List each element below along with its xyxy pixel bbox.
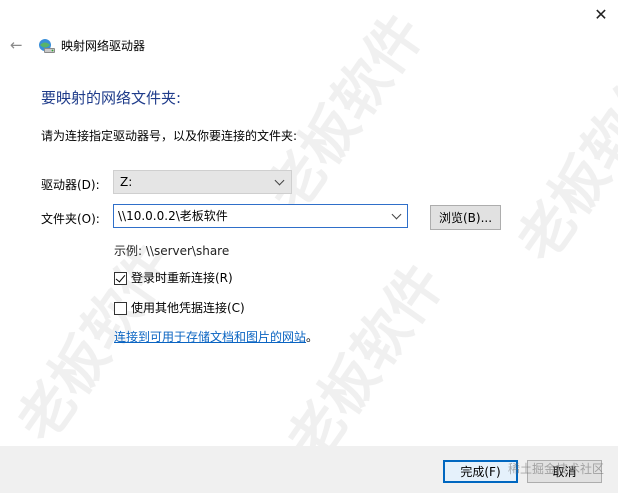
reconnect-label[interactable]: 登录时重新连接(R) bbox=[131, 270, 233, 286]
folder-label: 文件夹(O): bbox=[41, 212, 100, 226]
window-title: 映射网络驱动器 bbox=[61, 39, 146, 53]
arrow-left-icon: ← bbox=[10, 36, 23, 54]
finish-button[interactable]: 完成(F) bbox=[443, 460, 518, 483]
network-drive-icon bbox=[38, 38, 56, 54]
folder-path-input[interactable]: \\10.0.0.2\老板软件 bbox=[113, 204, 408, 228]
button-bar bbox=[0, 446, 618, 493]
drive-letter-select[interactable]: Z: bbox=[113, 170, 292, 194]
instruction-text: 请为连接指定驱动器号，以及你要连接的文件夹: bbox=[41, 129, 298, 143]
other-credentials-label[interactable]: 使用其他凭据连接(C) bbox=[131, 300, 245, 316]
close-icon: ✕ bbox=[594, 5, 608, 24]
example-text: 示例: \\server\share bbox=[114, 244, 230, 258]
link-suffix: 。 bbox=[306, 330, 319, 344]
drive-letter-value: Z: bbox=[120, 175, 133, 189]
website-link-row: 连接到可用于存储文档和图片的网站。 bbox=[114, 329, 318, 345]
watermark: 老板软件 bbox=[275, 252, 457, 474]
folder-path-value: \\10.0.0.2\老板软件 bbox=[118, 209, 228, 223]
back-button[interactable]: ← bbox=[10, 36, 26, 54]
website-link[interactable]: 连接到可用于存储文档和图片的网站 bbox=[114, 330, 306, 344]
chevron-down-icon[interactable] bbox=[391, 209, 402, 220]
reconnect-checkbox[interactable] bbox=[114, 272, 127, 285]
drive-label: 驱动器(D): bbox=[41, 178, 100, 192]
watermark: 老板软件 bbox=[505, 52, 618, 274]
cancel-button[interactable]: 取消 bbox=[527, 460, 602, 483]
other-credentials-checkbox[interactable] bbox=[114, 302, 127, 315]
browse-button[interactable]: 浏览(B)... bbox=[430, 205, 501, 230]
close-button[interactable]: ✕ bbox=[594, 5, 608, 24]
checkmark-icon bbox=[115, 272, 126, 283]
page-heading: 要映射的网络文件夹: bbox=[41, 89, 182, 107]
chevron-down-icon bbox=[274, 175, 285, 186]
